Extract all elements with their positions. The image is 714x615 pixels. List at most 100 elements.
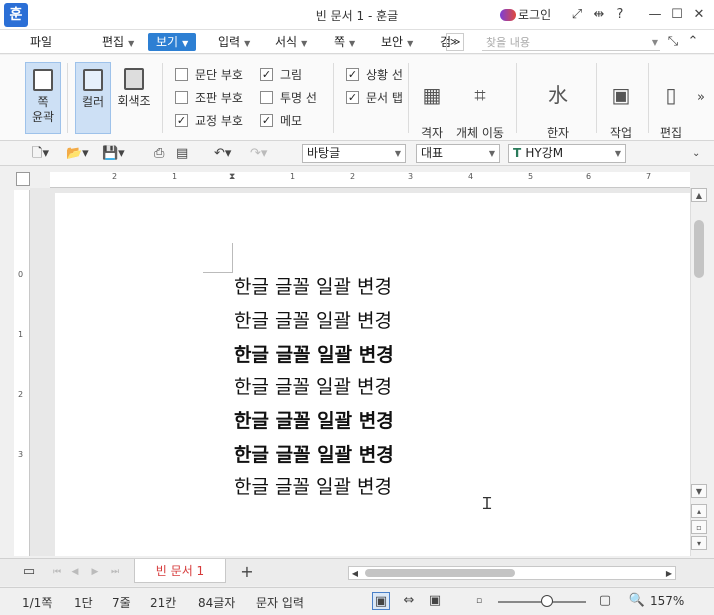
document-line[interactable]: 한글 글꼴 일괄 변경 [234,440,394,467]
login-button[interactable]: 로그인 [498,6,551,24]
status-input-mode[interactable]: 문자 입력 [256,594,304,611]
app-logo[interactable]: 훈 [4,3,28,27]
font-type-icon: T [513,146,526,160]
toolbar-more-icon[interactable]: ⌄ [692,145,700,162]
check-paragraph-mark[interactable]: 문단 부호 [175,67,243,83]
grid-icon: ▦ [422,83,442,107]
zoom-out-icon[interactable]: ▫ [470,592,488,610]
undo-icon[interactable]: ↶▾ [214,145,231,162]
vertical-scroll-thumb[interactable] [694,220,704,278]
fullscreen-icon[interactable]: ⤢ [568,6,586,24]
close-button[interactable]: ✕ [690,6,708,24]
color-view-button[interactable]: 컬러 [75,62,111,134]
preview-icon[interactable]: ▤ [176,145,188,162]
next-page-icon[interactable]: ▾ [691,536,707,550]
add-tab-button[interactable]: + [238,563,256,581]
grayscale-button[interactable]: 회색조 [115,62,153,134]
document-line[interactable]: 한글 글꼴 일괄 변경 [234,406,394,433]
checkbox-icon [175,68,188,81]
prev-page-icon[interactable]: ▴ [691,504,707,518]
menu-edit[interactable]: 편집 ▼ [102,33,134,51]
chevron-down-icon: ▼ [394,149,401,158]
zoom-slider-handle[interactable] [541,595,553,607]
scroll-right-icon[interactable]: ▶ [660,565,678,583]
last-tab-icon[interactable]: ⏭ [106,563,124,581]
check-doc-tab[interactable]: ✓ 문서 탭 [346,90,403,106]
divider [162,63,163,133]
menu-page[interactable]: 쪽 ▼ [334,33,355,51]
horizontal-scrollbar[interactable] [348,566,676,580]
help-button[interactable]: ? [611,6,629,24]
print-icon[interactable]: ⎙ [154,145,164,162]
document-line[interactable]: 한글 글꼴 일괄 변경 [234,372,392,399]
indent-marker[interactable]: ⧗ [229,172,235,182]
new-document-icon[interactable]: 🗋▾ [32,145,49,162]
document-line[interactable]: 한글 글꼴 일괄 변경 [234,272,392,299]
document-line[interactable]: 한글 글꼴 일괄 변경 [234,306,392,333]
ribbon-collapse-icon[interactable]: ⌃ [684,33,702,51]
fit-page-icon[interactable]: ▣ [426,592,444,610]
style-select[interactable]: 바탕글 ▼ [302,144,406,163]
check-picture[interactable]: ✓ 그림 [260,67,302,83]
next-tab-icon[interactable]: ▶ [86,563,104,581]
ruler-number: 3 [18,450,24,459]
ruler-number: 3 [408,172,414,181]
minimize-button[interactable]: — [646,6,664,24]
maximize-button[interactable]: ☐ [668,6,686,24]
prev-tab-icon[interactable]: ◀ [66,563,84,581]
chevron-down-icon: ▼ [488,149,495,158]
menu-file[interactable]: 파일 [30,33,52,51]
text-cursor-icon: Ｉ [479,494,496,513]
menu-insert[interactable]: 입력 ▼ [218,33,250,51]
checkbox-checked-icon: ✓ [260,68,273,81]
status-chars: 84글자 [198,596,236,610]
page-icon[interactable]: ▫ [691,520,707,534]
magnifier-icon[interactable]: 🔍 [628,592,646,610]
zoom-level[interactable]: 157% [650,594,684,608]
font-name-select[interactable]: T HY강M ▼ [508,144,626,163]
page-outline-icon [33,69,53,91]
vertical-scrollbar[interactable]: ▲ ▼ ▴ ▫ ▾ [690,188,707,556]
check-memo[interactable]: ✓ 메모 [260,113,302,129]
page-view-icon[interactable]: ▣ [372,592,390,610]
checkbox-checked-icon: ✓ [346,91,359,104]
expand-icon[interactable]: ⤡ [664,33,682,51]
check-proof-mark[interactable]: ✓ 교정 부호 [175,113,243,129]
scroll-up-icon[interactable]: ▲ [691,188,707,202]
horizontal-ruler[interactable]: 2 1 ⧗ 1 2 3 4 5 6 7 [50,172,690,188]
checkbox-icon [260,91,273,104]
document-line[interactable]: 한글 글꼴 일괄 변경 [234,472,392,499]
open-folder-icon[interactable]: 📂▾ [66,145,89,162]
divider [516,63,517,133]
checkbox-icon [175,91,188,104]
page-outline-button[interactable]: 쪽 윤곽 [25,62,61,134]
scroll-down-icon[interactable]: ▼ [691,484,707,498]
first-tab-icon[interactable]: ⏮ [48,563,66,581]
horizontal-scroll-thumb[interactable] [365,569,515,577]
tab-blank-document-1[interactable]: 빈 문서 1 [134,559,226,583]
status-line: 7줄 [112,596,131,610]
check-control-mark[interactable]: 조판 부호 [175,90,243,106]
fit-width-icon[interactable]: ⇔ [400,592,418,610]
vertical-ruler[interactable]: 0 1 2 3 [14,190,30,556]
save-icon[interactable]: 💾▾ [102,145,125,162]
menu-more-button[interactable]: ≫ [446,33,465,51]
width-toggle-icon[interactable]: ⇹ [590,6,608,24]
scroll-left-icon[interactable]: ◀ [346,565,364,583]
document-line[interactable]: 한글 글꼴 일괄 변경 [234,340,394,367]
font-language-select[interactable]: 대표 ▼ [416,144,500,163]
page-layout-icon[interactable]: ▭ [20,563,38,581]
check-transparent-line[interactable]: 투명 선 [260,90,317,106]
menu-format[interactable]: 서식 ▼ [275,33,307,51]
margin-corner-mark [203,243,233,273]
check-status-line[interactable]: ✓ 상황 선 [346,67,403,83]
ruler-corner-tab-selector[interactable] [16,172,30,186]
menu-security[interactable]: 보안 ▼ [381,33,413,51]
redo-icon[interactable]: ↷▾ [250,145,267,162]
zoom-in-icon[interactable]: ▢ [596,592,614,610]
ribbon-scroll-right-icon[interactable]: » [692,89,710,107]
find-input[interactable]: 찾을 내용 ▼ [482,34,660,51]
ruler-number: 1 [290,172,296,181]
ruler-number: 2 [112,172,118,181]
menu-view[interactable]: 보기 ▼ [148,33,197,51]
